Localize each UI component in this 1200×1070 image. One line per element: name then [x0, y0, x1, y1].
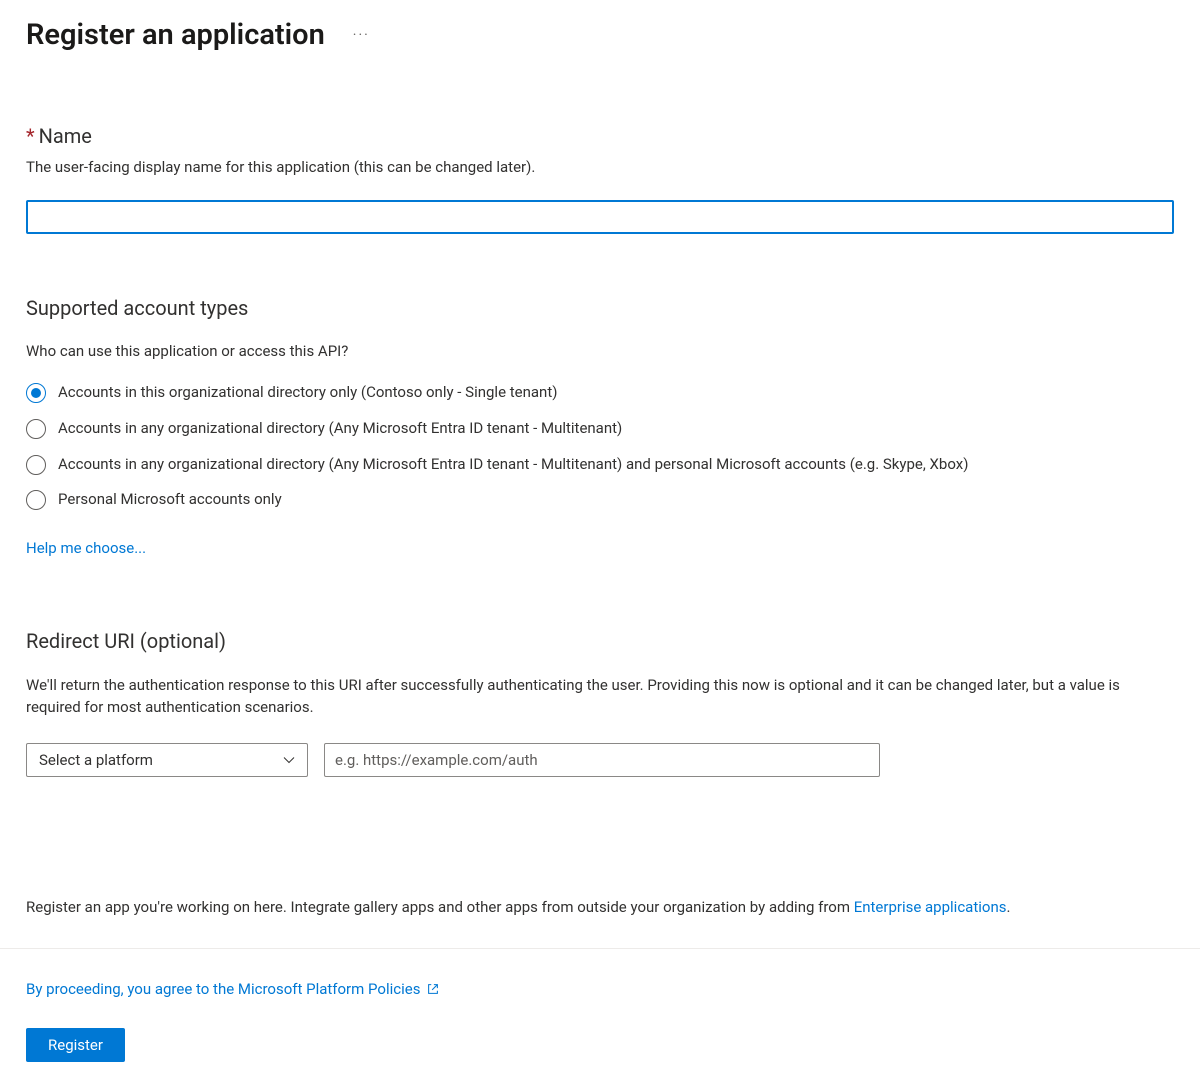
redirect-uri-heading: Redirect URI (optional) — [26, 629, 1174, 653]
info-text-suffix: . — [1006, 898, 1010, 916]
radio-option-multitenant-personal[interactable]: Accounts in any organizational directory… — [26, 454, 1174, 476]
name-input[interactable] — [26, 200, 1174, 234]
radio-circle-icon — [26, 419, 46, 439]
radio-label: Accounts in any organizational directory… — [58, 418, 632, 440]
enterprise-applications-link[interactable]: Enterprise applications — [854, 898, 1007, 916]
redirect-uri-section: Redirect URI (optional) We'll return the… — [26, 629, 1174, 777]
required-asterisk: * — [26, 124, 35, 148]
radio-option-single-tenant[interactable]: Accounts in this organizational director… — [26, 382, 1174, 404]
account-types-section: Supported account types Who can use this… — [26, 296, 1174, 557]
radio-option-personal-only[interactable]: Personal Microsoft accounts only — [26, 489, 1174, 511]
external-link-icon — [426, 982, 440, 996]
more-options-icon[interactable]: ··· — [353, 27, 370, 43]
policies-link-text: By proceeding, you agree to the Microsof… — [26, 980, 420, 998]
account-types-radio-group: Accounts in this organizational director… — [26, 382, 1174, 511]
page-title: Register an application — [26, 18, 325, 52]
radio-label: Accounts in any organizational directory… — [58, 454, 978, 476]
register-button[interactable]: Register — [26, 1028, 125, 1062]
radio-circle-icon — [26, 383, 46, 403]
info-text-prefix: Register an app you're working on here. … — [26, 898, 854, 916]
name-label-text: Name — [39, 124, 92, 148]
chevron-down-icon — [283, 754, 295, 766]
radio-label: Personal Microsoft accounts only — [58, 489, 292, 511]
redirect-uri-description: We'll return the authentication response… — [26, 675, 1156, 719]
radio-circle-icon — [26, 490, 46, 510]
radio-circle-icon — [26, 455, 46, 475]
enterprise-apps-info: Register an app you're working on here. … — [26, 897, 1174, 919]
radio-label: Accounts in this organizational director… — [58, 382, 567, 404]
platform-select-value: Select a platform — [39, 751, 153, 769]
account-types-subtext: Who can use this application or access t… — [26, 342, 1174, 360]
name-field-section: *Name The user-facing display name for t… — [26, 124, 1174, 234]
redirect-uri-input[interactable] — [324, 743, 880, 777]
radio-option-multitenant[interactable]: Accounts in any organizational directory… — [26, 418, 1174, 440]
platform-select[interactable]: Select a platform — [26, 743, 308, 777]
help-me-choose-link[interactable]: Help me choose... — [26, 539, 146, 557]
name-description: The user-facing display name for this ap… — [26, 158, 1174, 176]
platform-policies-link[interactable]: By proceeding, you agree to the Microsof… — [26, 980, 440, 998]
account-types-heading: Supported account types — [26, 296, 1174, 320]
name-label: *Name — [26, 124, 1174, 148]
